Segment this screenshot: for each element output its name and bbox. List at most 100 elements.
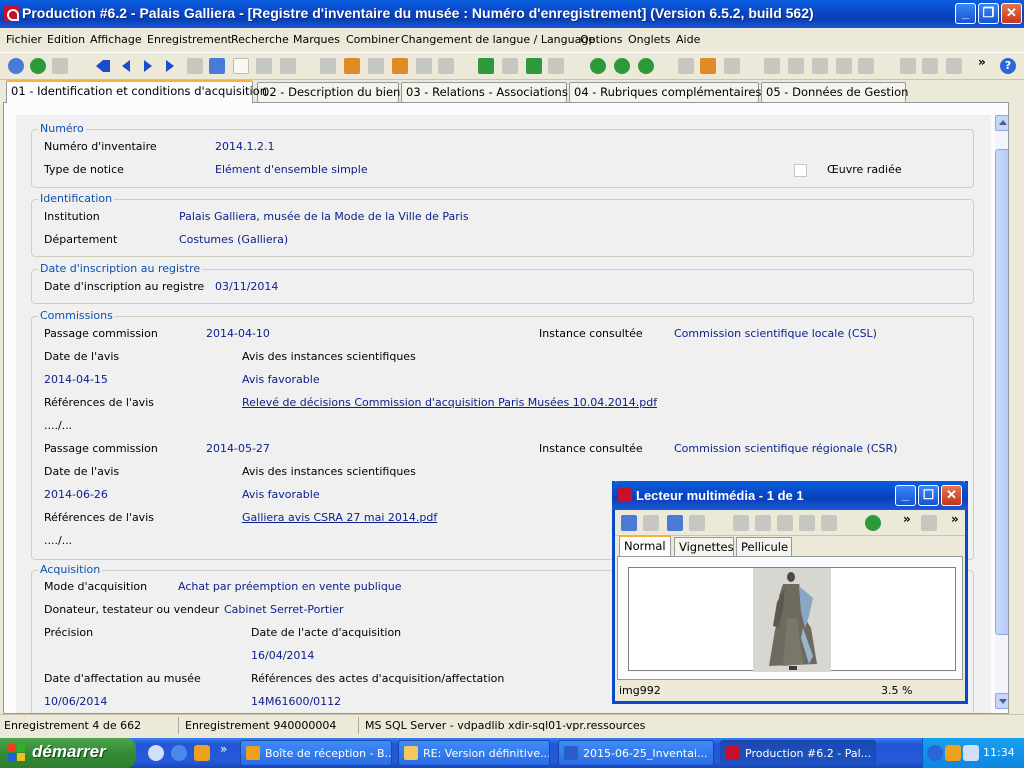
tab-relations[interactable]: 03 - Relations - Associations <box>401 82 568 102</box>
departement-value[interactable]: Costumes (Galliera) <box>179 233 288 246</box>
menu-recherche[interactable]: Recherche <box>231 33 289 46</box>
more-entries[interactable]: ..../... <box>44 419 72 432</box>
check-icon[interactable] <box>526 58 542 74</box>
tool-icon-2[interactable] <box>344 58 360 74</box>
mode-acquisition-value[interactable]: Achat par préemption en vente publique <box>178 580 402 593</box>
menu-langue[interactable]: Changement de langue / Language <box>401 33 595 46</box>
camera-icon[interactable] <box>922 58 938 74</box>
instance-value[interactable]: Commission scientifique locale (CSL) <box>674 327 877 340</box>
tab-description[interactable]: 02 - Description du bien <box>257 82 400 102</box>
outlook-tray-icon[interactable] <box>945 745 961 761</box>
start-button[interactable]: démarrer <box>0 738 136 768</box>
save-icon[interactable] <box>667 515 683 531</box>
tab-identification[interactable]: 01 - Identification et conditions d'acqu… <box>6 80 267 103</box>
link-icon-1[interactable] <box>590 58 606 74</box>
menu-aide[interactable]: Aide <box>676 33 700 46</box>
scroll-down-button[interactable] <box>995 693 1008 709</box>
back-icon[interactable] <box>30 58 46 74</box>
minimize-button[interactable]: _ <box>895 485 916 506</box>
table-icon[interactable] <box>502 58 518 74</box>
oeuvre-radiee-checkbox[interactable] <box>794 164 807 177</box>
report-icon[interactable] <box>478 58 494 74</box>
copy-record-icon[interactable] <box>256 58 272 74</box>
edit-icon[interactable] <box>209 58 225 74</box>
tab-pellicule[interactable]: Pellicule <box>736 537 792 557</box>
multimedia-viewer[interactable]: Lecteur multimédia - 1 de 1 _ ☐ ✕ » » No… <box>612 481 968 704</box>
media-icon[interactable] <box>946 58 962 74</box>
chart-icon[interactable] <box>764 58 780 74</box>
zoom-in-icon[interactable] <box>865 515 881 531</box>
last-image-icon[interactable] <box>799 515 815 531</box>
task-production[interactable]: Production #6.2 - Pal... <box>720 740 876 766</box>
info-icon[interactable] <box>621 515 637 531</box>
tool-icon-6[interactable] <box>438 58 454 74</box>
network-icon[interactable] <box>700 58 716 74</box>
browser-icon[interactable] <box>171 745 187 761</box>
export-icon[interactable] <box>900 58 916 74</box>
menu-edition[interactable]: Edition <box>47 33 85 46</box>
tool-icon-1[interactable] <box>320 58 336 74</box>
menu-options[interactable]: Options <box>580 33 622 46</box>
multimedia-title-bar[interactable]: Lecteur multimédia - 1 de 1 _ ☐ ✕ <box>612 481 968 510</box>
help-icon[interactable]: ? <box>1000 58 1016 74</box>
date-avis-value[interactable]: 2014-06-26 <box>44 488 108 501</box>
menu-affichage[interactable]: Affichage <box>90 33 142 46</box>
tool-icon-5[interactable] <box>416 58 432 74</box>
tab-vignettes[interactable]: Vignettes <box>674 537 734 557</box>
institution-value[interactable]: Palais Galliera, musée de la Mode de la … <box>179 210 469 223</box>
tool-icon-3[interactable] <box>368 58 384 74</box>
date-affectation-value[interactable]: 10/06/2014 <box>44 695 107 708</box>
scroll-thumb[interactable] <box>995 149 1008 635</box>
app-icon[interactable] <box>4 6 19 21</box>
network-icon[interactable] <box>963 745 979 761</box>
next-record-icon[interactable] <box>140 58 156 74</box>
play-icon[interactable] <box>921 515 937 531</box>
sort-icon[interactable] <box>678 58 694 74</box>
media-player-icon[interactable] <box>148 745 164 761</box>
refs-actes-value[interactable]: 14M61600/0112 <box>251 695 341 708</box>
previous-record-icon[interactable] <box>118 58 134 74</box>
close-button[interactable]: ✕ <box>941 485 962 506</box>
grid-icon-4[interactable] <box>858 58 874 74</box>
menu-combiner[interactable]: Combiner <box>346 33 399 46</box>
grid-icon-1[interactable] <box>788 58 804 74</box>
previous-image-icon[interactable] <box>755 515 771 531</box>
grid-icon-3[interactable] <box>836 58 852 74</box>
next-image-icon[interactable] <box>777 515 793 531</box>
minimize-button[interactable]: _ <box>955 3 976 24</box>
link-icon-3[interactable] <box>638 58 654 74</box>
print-icon[interactable] <box>643 515 659 531</box>
edit-check-icon[interactable] <box>548 58 564 74</box>
camera-icon[interactable] <box>689 515 705 531</box>
inscription-date-value[interactable]: 03/11/2014 <box>215 280 278 293</box>
toolbar-overflow-icon[interactable]: » <box>903 512 911 526</box>
avis-value[interactable]: Avis favorable <box>242 488 320 501</box>
menu-onglets[interactable]: Onglets <box>628 33 670 46</box>
date-avis-value[interactable]: 2014-04-15 <box>44 373 108 386</box>
menu-enregistrement[interactable]: Enregistrement <box>147 33 232 46</box>
title-bar[interactable]: Production #6.2 - Palais Galliera - [Reg… <box>0 0 1024 28</box>
task-word[interactable]: 2015-06-25_Inventai... <box>558 740 714 766</box>
more-entries[interactable]: ..../... <box>44 534 72 547</box>
home-icon[interactable] <box>8 58 24 74</box>
tab-rubriques[interactable]: 04 - Rubriques complémentaires <box>569 82 761 102</box>
restore-button[interactable]: ❐ <box>978 3 999 24</box>
vertical-scrollbar[interactable] <box>995 115 1008 709</box>
delete-icon[interactable] <box>280 58 296 74</box>
costume-image[interactable] <box>753 568 831 672</box>
save-icon[interactable] <box>187 58 203 74</box>
toolbar-overflow-icon[interactable]: » <box>951 512 959 526</box>
outlook-icon[interactable] <box>194 745 210 761</box>
notice-type-value[interactable]: Elément d'ensemble simple <box>215 163 368 176</box>
refs-avis-link[interactable]: Galliera avis CSRA 27 mai 2014.pdf <box>242 511 437 524</box>
link-icon-2[interactable] <box>614 58 630 74</box>
date-acte-value[interactable]: 16/04/2014 <box>251 649 314 662</box>
print-icon[interactable] <box>52 58 68 74</box>
task-inbox[interactable]: Boîte de réception - B... <box>240 740 392 766</box>
avis-value[interactable]: Avis favorable <box>242 373 320 386</box>
new-record-icon[interactable] <box>233 58 249 74</box>
menu-marques[interactable]: Marques <box>293 33 340 46</box>
refs-avis-link[interactable]: Relevé de décisions Commission d'acquisi… <box>242 396 657 409</box>
box-icon[interactable] <box>724 58 740 74</box>
task-email[interactable]: RE: Version définitive... <box>398 740 550 766</box>
